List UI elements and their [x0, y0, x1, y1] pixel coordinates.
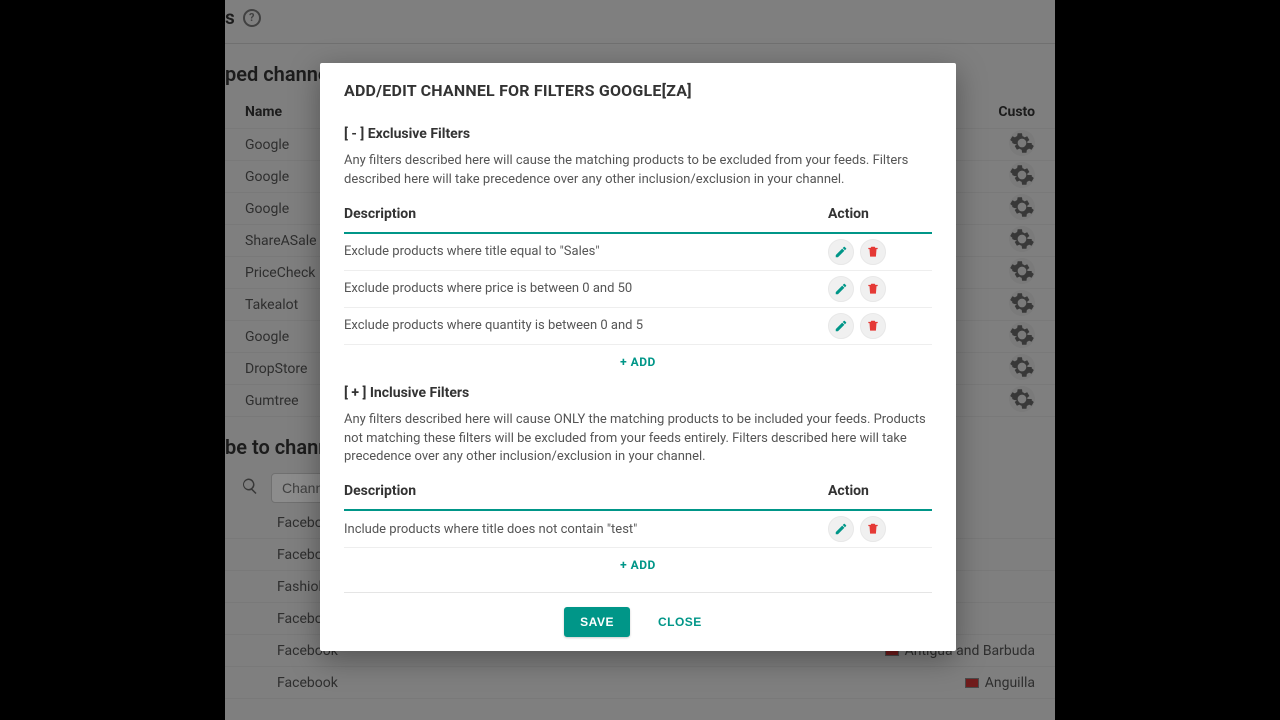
col-description-header: Description: [344, 206, 828, 222]
modal-title: ADD/EDIT CHANNEL FOR FILTERS GOOGLE[ZA]: [344, 81, 932, 100]
filter-row: Include products where title does not co…: [344, 511, 932, 548]
filter-row: Exclude products where quantity is betwe…: [344, 308, 932, 345]
col-description-header: Description: [344, 483, 828, 499]
modal-footer: SAVE CLOSE: [344, 592, 932, 637]
filter-description: Exclude products where title equal to "S…: [344, 244, 828, 259]
filter-description: Exclude products where quantity is betwe…: [344, 318, 828, 333]
delete-button[interactable]: [860, 516, 886, 542]
inclusive-table-header: Description Action: [344, 483, 932, 511]
edit-button[interactable]: [828, 276, 854, 302]
exclusive-table-header: Description Action: [344, 206, 932, 234]
add-inclusive-filter-button[interactable]: + ADD: [344, 548, 932, 588]
delete-button[interactable]: [860, 276, 886, 302]
exclusive-filters-section: [ - ] Exclusive Filters Any filters desc…: [344, 126, 932, 385]
inclusive-header[interactable]: [ + ] Inclusive Filters: [344, 385, 932, 401]
col-action-header: Action: [828, 483, 932, 499]
close-button[interactable]: CLOSE: [648, 607, 712, 637]
edit-button[interactable]: [828, 516, 854, 542]
exclusive-description: Any filters described here will cause th…: [344, 152, 932, 190]
save-button[interactable]: SAVE: [564, 607, 630, 637]
add-exclusive-filter-button[interactable]: + ADD: [344, 345, 932, 385]
exclusive-header[interactable]: [ - ] Exclusive Filters: [344, 126, 932, 142]
col-action-header: Action: [828, 206, 932, 222]
filter-row: Exclude products where title equal to "S…: [344, 234, 932, 271]
delete-button[interactable]: [860, 313, 886, 339]
delete-button[interactable]: [860, 239, 886, 265]
filters-modal: ADD/EDIT CHANNEL FOR FILTERS GOOGLE[ZA] …: [320, 63, 956, 651]
inclusive-filters-section: [ + ] Inclusive Filters Any filters desc…: [344, 385, 932, 589]
filter-row: Exclude products where price is between …: [344, 271, 932, 308]
edit-button[interactable]: [828, 239, 854, 265]
filter-description: Include products where title does not co…: [344, 522, 828, 537]
inclusive-description: Any filters described here will cause ON…: [344, 411, 932, 468]
filter-description: Exclude products where price is between …: [344, 281, 828, 296]
edit-button[interactable]: [828, 313, 854, 339]
